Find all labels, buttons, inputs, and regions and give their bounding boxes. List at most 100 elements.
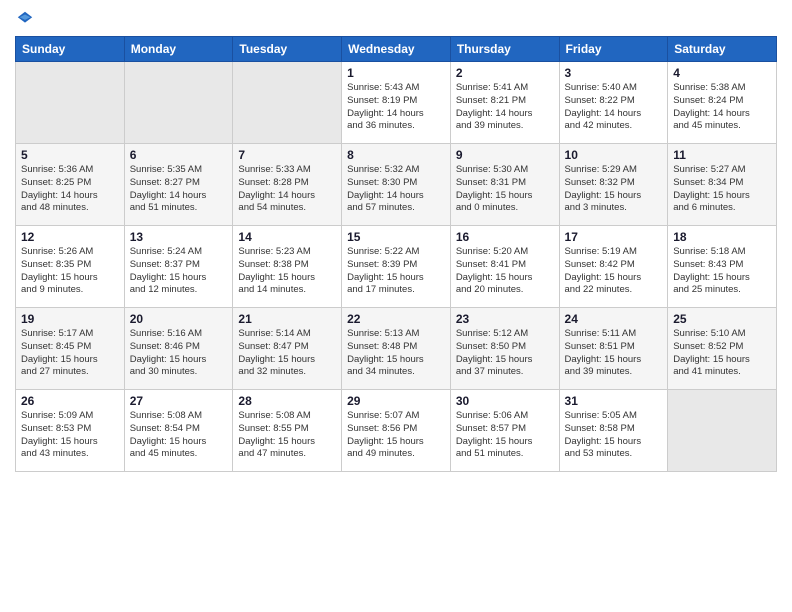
day-number: 16 — [456, 230, 554, 244]
day-number: 30 — [456, 394, 554, 408]
day-info: Sunrise: 5:06 AM Sunset: 8:57 PM Dayligh… — [456, 410, 554, 461]
weekday-friday: Friday — [559, 37, 668, 62]
day-info: Sunrise: 5:08 AM Sunset: 8:54 PM Dayligh… — [130, 410, 228, 461]
day-cell-7: 7 Sunrise: 5:33 AM Sunset: 8:28 PM Daylig… — [233, 144, 342, 226]
day-cell-13: 13Sunrise: 5:24 AM Sunset: 8:37 PM Dayli… — [124, 226, 233, 308]
day-info: Sunrise: 5:05 AM Sunset: 8:58 PM Dayligh… — [565, 410, 663, 461]
calendar: SundayMondayTuesdayWednesdayThursdayFrid… — [15, 36, 777, 472]
week-row-3: 12 Sunrise: 5:26 AM Sunset: 8:35 PM Dayli… — [16, 226, 777, 308]
day-info: Sunrise: 5:20 AM Sunset: 8:41 PM Dayligh… — [456, 246, 554, 297]
day-number: 29 — [347, 394, 445, 408]
day-info: Sunrise: 5:43 AM Sunset: 8:19 PM Dayligh… — [347, 82, 445, 133]
day-cell-1: 1 Sunrise: 5:43 AM Sunset: 8:19 PM Daylig… — [342, 62, 451, 144]
day-info: Sunrise: 5:32 AM Sunset: 8:30 PM Dayligh… — [347, 164, 445, 215]
day-info: Sunrise: 5:14 AM Sunset: 8:47 PM Dayligh… — [238, 328, 336, 379]
day-number: 14 — [238, 230, 336, 244]
day-number: 3 — [565, 66, 663, 80]
day-info: Sunrise: 5:13 AM Sunset: 8:48 PM Dayligh… — [347, 328, 445, 379]
day-number: 9 — [456, 148, 554, 162]
day-number: 13 — [130, 230, 228, 244]
weekday-thursday: Thursday — [450, 37, 559, 62]
day-info: Sunrise: 5:33 AM Sunset: 8:28 PM Dayligh… — [238, 164, 336, 215]
empty-cell — [668, 390, 777, 472]
day-number: 22 — [347, 312, 445, 326]
day-number: 10 — [565, 148, 663, 162]
day-cell-6: 6 Sunrise: 5:35 AM Sunset: 8:27 PM Daylig… — [124, 144, 233, 226]
day-cell-11: 11 Sunrise: 5:27 AM Sunset: 8:34 PM Dayli… — [668, 144, 777, 226]
day-number: 27 — [130, 394, 228, 408]
day-info: Sunrise: 5:08 AM Sunset: 8:55 PM Dayligh… — [238, 410, 336, 461]
day-cell-24: 24 Sunrise: 5:11 AM Sunset: 8:51 PM Dayli… — [559, 308, 668, 390]
day-info: Sunrise: 5:30 AM Sunset: 8:31 PM Dayligh… — [456, 164, 554, 215]
day-number: 12 — [21, 230, 119, 244]
day-info: Sunrise: 5:27 AM Sunset: 8:34 PM Dayligh… — [673, 164, 771, 215]
day-number: 15 — [347, 230, 445, 244]
day-cell-31: 31Sunrise: 5:05 AM Sunset: 8:58 PM Dayli… — [559, 390, 668, 472]
day-info: Sunrise: 5:07 AM Sunset: 8:56 PM Dayligh… — [347, 410, 445, 461]
day-number: 28 — [238, 394, 336, 408]
day-number: 6 — [130, 148, 228, 162]
day-cell-8: 8 Sunrise: 5:32 AM Sunset: 8:30 PM Daylig… — [342, 144, 451, 226]
day-number: 7 — [238, 148, 336, 162]
day-info: Sunrise: 5:11 AM Sunset: 8:51 PM Dayligh… — [565, 328, 663, 379]
logo — [15, 10, 34, 28]
empty-cell — [233, 62, 342, 144]
day-number: 5 — [21, 148, 119, 162]
day-info: Sunrise: 5:40 AM Sunset: 8:22 PM Dayligh… — [565, 82, 663, 133]
empty-cell — [124, 62, 233, 144]
day-number: 4 — [673, 66, 771, 80]
day-cell-21: 21 Sunrise: 5:14 AM Sunset: 8:47 PM Dayli… — [233, 308, 342, 390]
day-cell-9: 9 Sunrise: 5:30 AM Sunset: 8:31 PM Daylig… — [450, 144, 559, 226]
day-info: Sunrise: 5:17 AM Sunset: 8:45 PM Dayligh… — [21, 328, 119, 379]
day-info: Sunrise: 5:18 AM Sunset: 8:43 PM Dayligh… — [673, 246, 771, 297]
day-number: 24 — [565, 312, 663, 326]
weekday-saturday: Saturday — [668, 37, 777, 62]
day-cell-29: 29 Sunrise: 5:07 AM Sunset: 8:56 PM Dayli… — [342, 390, 451, 472]
day-cell-15: 15 Sunrise: 5:22 AM Sunset: 8:39 PM Dayli… — [342, 226, 451, 308]
week-row-1: 1 Sunrise: 5:43 AM Sunset: 8:19 PM Daylig… — [16, 62, 777, 144]
weekday-header-row: SundayMondayTuesdayWednesdayThursdayFrid… — [16, 37, 777, 62]
day-info: Sunrise: 5:12 AM Sunset: 8:50 PM Dayligh… — [456, 328, 554, 379]
day-info: Sunrise: 5:23 AM Sunset: 8:38 PM Dayligh… — [238, 246, 336, 297]
header — [15, 10, 777, 28]
day-cell-10: 10Sunrise: 5:29 AM Sunset: 8:32 PM Dayli… — [559, 144, 668, 226]
day-number: 25 — [673, 312, 771, 326]
day-number: 26 — [21, 394, 119, 408]
weekday-wednesday: Wednesday — [342, 37, 451, 62]
day-info: Sunrise: 5:41 AM Sunset: 8:21 PM Dayligh… — [456, 82, 554, 133]
day-number: 1 — [347, 66, 445, 80]
day-info: Sunrise: 5:38 AM Sunset: 8:24 PM Dayligh… — [673, 82, 771, 133]
day-cell-25: 25 Sunrise: 5:10 AM Sunset: 8:52 PM Dayli… — [668, 308, 777, 390]
day-number: 21 — [238, 312, 336, 326]
day-cell-2: 2 Sunrise: 5:41 AM Sunset: 8:21 PM Daylig… — [450, 62, 559, 144]
day-cell-12: 12 Sunrise: 5:26 AM Sunset: 8:35 PM Dayli… — [16, 226, 125, 308]
day-cell-26: 26Sunrise: 5:09 AM Sunset: 8:53 PM Dayli… — [16, 390, 125, 472]
logo-flag-icon — [16, 10, 34, 28]
day-number: 8 — [347, 148, 445, 162]
day-info: Sunrise: 5:22 AM Sunset: 8:39 PM Dayligh… — [347, 246, 445, 297]
day-number: 2 — [456, 66, 554, 80]
day-cell-17: 17 Sunrise: 5:19 AM Sunset: 8:42 PM Dayli… — [559, 226, 668, 308]
day-cell-20: 20Sunrise: 5:16 AM Sunset: 8:46 PM Dayli… — [124, 308, 233, 390]
day-cell-4: 4 Sunrise: 5:38 AM Sunset: 8:24 PM Daylig… — [668, 62, 777, 144]
weekday-monday: Monday — [124, 37, 233, 62]
day-cell-27: 27 Sunrise: 5:08 AM Sunset: 8:54 PM Dayli… — [124, 390, 233, 472]
day-info: Sunrise: 5:26 AM Sunset: 8:35 PM Dayligh… — [21, 246, 119, 297]
day-cell-3: 3 Sunrise: 5:40 AM Sunset: 8:22 PM Daylig… — [559, 62, 668, 144]
week-row-2: 5 Sunrise: 5:36 AM Sunset: 8:25 PM Daylig… — [16, 144, 777, 226]
day-cell-19: 19Sunrise: 5:17 AM Sunset: 8:45 PM Dayli… — [16, 308, 125, 390]
day-info: Sunrise: 5:10 AM Sunset: 8:52 PM Dayligh… — [673, 328, 771, 379]
day-number: 11 — [673, 148, 771, 162]
day-number: 17 — [565, 230, 663, 244]
day-cell-5: 5 Sunrise: 5:36 AM Sunset: 8:25 PM Daylig… — [16, 144, 125, 226]
day-cell-14: 14 Sunrise: 5:23 AM Sunset: 8:38 PM Dayli… — [233, 226, 342, 308]
day-number: 23 — [456, 312, 554, 326]
day-info: Sunrise: 5:16 AM Sunset: 8:46 PM Dayligh… — [130, 328, 228, 379]
day-info: Sunrise: 5:19 AM Sunset: 8:42 PM Dayligh… — [565, 246, 663, 297]
day-info: Sunrise: 5:36 AM Sunset: 8:25 PM Dayligh… — [21, 164, 119, 215]
logo-text — [15, 10, 34, 28]
day-cell-22: 22 Sunrise: 5:13 AM Sunset: 8:48 PM Dayli… — [342, 308, 451, 390]
page: SundayMondayTuesdayWednesdayThursdayFrid… — [0, 0, 792, 612]
day-info: Sunrise: 5:35 AM Sunset: 8:27 PM Dayligh… — [130, 164, 228, 215]
day-cell-18: 18Sunrise: 5:18 AM Sunset: 8:43 PM Dayli… — [668, 226, 777, 308]
